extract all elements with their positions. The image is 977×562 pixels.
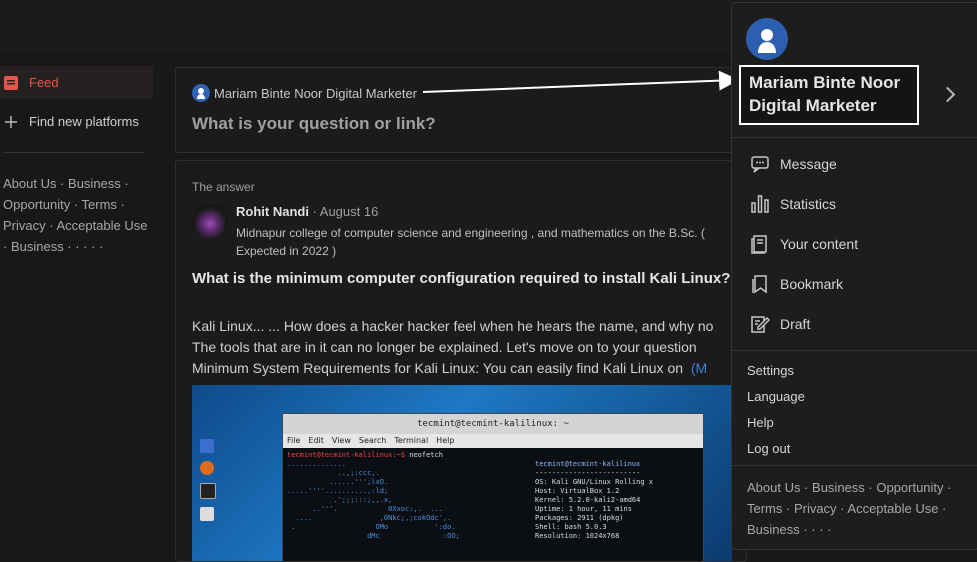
question-title[interactable]: What is the minimum computer configurati… bbox=[192, 268, 732, 290]
terminal-title: tecmint@tecmint-kalilinux: ~ bbox=[283, 414, 703, 434]
author-line: Rohit Nandi · August 16 bbox=[236, 204, 378, 219]
content-icon bbox=[751, 235, 767, 254]
profile-name: Mariam Binte Noor bbox=[749, 73, 901, 92]
more-link[interactable]: (M bbox=[691, 360, 707, 376]
question-input[interactable]: What is your question or link? bbox=[192, 114, 436, 134]
avatar bbox=[192, 84, 210, 102]
sidebar-footer-links[interactable]: About Us · Business · Opportunity · Term… bbox=[3, 173, 148, 257]
statistics-icon bbox=[751, 195, 769, 213]
menu-item-message[interactable]: Message bbox=[750, 154, 837, 174]
divider bbox=[732, 465, 977, 466]
terminal-output: tecmint@tecmint-kalilinux:~$ neofetch ..… bbox=[287, 451, 654, 540]
divider bbox=[3, 152, 145, 153]
answer-screenshot-image: tecmint@tecmint-kalilinux: ~ File Edit Vie… bbox=[192, 385, 732, 561]
desktop-dock bbox=[197, 435, 217, 555]
menu-link-language[interactable]: Language bbox=[747, 389, 805, 404]
menu-footer-links[interactable]: About Us · Business · Opportunity · Term… bbox=[747, 477, 962, 540]
sidebar-item-label: Feed bbox=[29, 75, 59, 90]
ask-user: Mariam Binte Noor Digital Marketer bbox=[192, 84, 417, 102]
chevron-right-icon[interactable] bbox=[939, 86, 956, 103]
feed-icon bbox=[3, 75, 19, 91]
neofetch-info: tecmint@tecmint-kalilinux --------------… bbox=[535, 460, 654, 540]
divider bbox=[732, 350, 977, 351]
menu-item-bookmark[interactable]: Bookmark bbox=[750, 274, 843, 294]
terminal-icon bbox=[200, 483, 216, 499]
firefox-icon bbox=[200, 461, 214, 475]
menu-item-statistics[interactable]: Statistics bbox=[750, 194, 836, 214]
menu-item-your-content[interactable]: Your content bbox=[750, 234, 858, 254]
avatar[interactable] bbox=[746, 18, 788, 60]
profile-menu: Mariam Binte Noor Digital Marketer Messa… bbox=[731, 2, 977, 550]
left-sidebar: Feed Find new platforms About Us · Busin… bbox=[0, 66, 160, 257]
answer-label: The answer bbox=[192, 180, 255, 194]
message-icon bbox=[751, 156, 769, 173]
sidebar-item-find-platforms[interactable]: Find new platforms bbox=[0, 105, 160, 138]
app-icon bbox=[200, 439, 214, 453]
editor-icon bbox=[200, 507, 214, 521]
answer-body: Kali Linux... ... How does a hacker hack… bbox=[192, 316, 746, 379]
menu-link-settings[interactable]: Settings bbox=[747, 363, 794, 378]
answer-line: The tools that are in it can no longer b… bbox=[192, 339, 697, 355]
author-avatar[interactable] bbox=[192, 204, 228, 240]
author-bio: Midnapur college of computer science and… bbox=[236, 226, 705, 258]
profile-name-box[interactable]: Mariam Binte Noor Digital Marketer bbox=[739, 65, 919, 125]
menu-link-help[interactable]: Help bbox=[747, 415, 774, 430]
profile-title: Digital Marketer bbox=[749, 96, 877, 115]
ask-question-card[interactable]: Mariam Binte Noor Digital Marketer What … bbox=[175, 67, 747, 153]
answer-line: Minimum System Requirements for Kali Lin… bbox=[192, 360, 708, 376]
terminal-window: tecmint@tecmint-kalilinux: ~ File Edit Vie… bbox=[282, 413, 704, 561]
answer-date: · August 16 bbox=[308, 204, 379, 219]
plus-icon bbox=[3, 114, 19, 130]
sidebar-item-feed[interactable]: Feed bbox=[0, 66, 153, 99]
answer-line: Kali Linux... ... How does a hacker hack… bbox=[192, 318, 714, 334]
menu-link-logout[interactable]: Log out bbox=[747, 441, 790, 456]
draft-icon bbox=[751, 316, 770, 333]
divider bbox=[732, 137, 977, 138]
sidebar-item-label: Find new platforms bbox=[29, 114, 139, 129]
answer-card: The answer Rohit Nandi · August 16 Midna… bbox=[175, 160, 747, 562]
terminal-menu: File Edit View Search Terminal Help bbox=[283, 434, 703, 448]
author-name[interactable]: Rohit Nandi bbox=[236, 204, 309, 219]
bookmark-icon bbox=[752, 275, 767, 294]
menu-item-draft[interactable]: Draft bbox=[750, 314, 810, 334]
ask-user-name: Mariam Binte Noor Digital Marketer bbox=[214, 85, 418, 101]
